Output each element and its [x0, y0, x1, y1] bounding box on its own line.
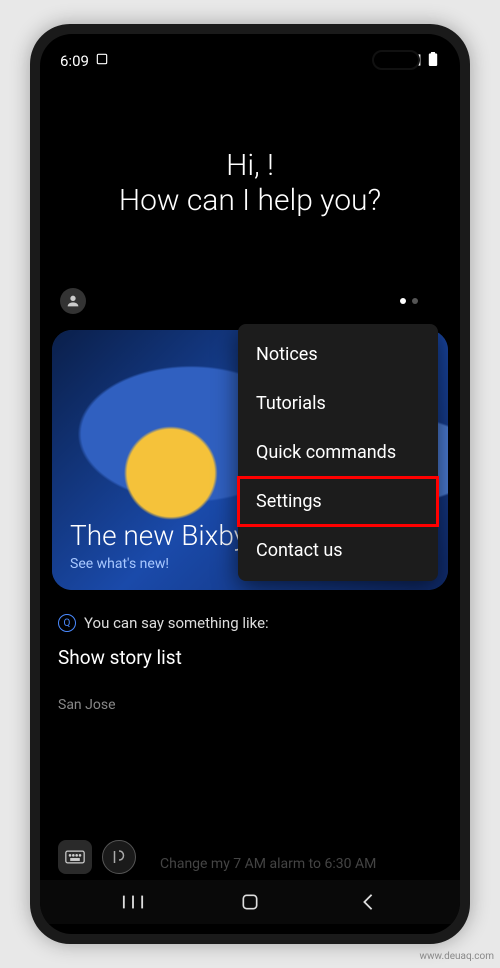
status-time: 6:09: [60, 52, 89, 70]
overflow-menu: Notices Tutorials Quick commands Setting…: [238, 324, 438, 581]
card-subtitle: See what's new!: [70, 556, 247, 572]
greeting-hi: Hi, !: [40, 148, 460, 183]
nav-bar: [40, 880, 460, 924]
watermark: www.deuaq.com: [420, 951, 495, 962]
phone-frame: 6:09 Hi, ! How can I help you?: [30, 24, 470, 944]
suggestion-row: Q You can say something like:: [58, 614, 442, 632]
location-text: San Jose: [58, 697, 116, 713]
suggestion-text: You can say something like:: [84, 614, 269, 632]
menu-settings[interactable]: Settings: [238, 477, 438, 526]
page-dots: [400, 298, 418, 304]
menu-tutorials[interactable]: Tutorials: [238, 379, 438, 428]
greeting-help: How can I help you?: [40, 183, 460, 218]
nav-recents[interactable]: [108, 893, 158, 911]
battery-icon: [426, 52, 440, 70]
camera-cutout: [372, 50, 420, 70]
status-app-icon: [95, 52, 109, 70]
screen: 6:09 Hi, ! How can I help you?: [40, 34, 460, 934]
menu-contact-us[interactable]: Contact us: [238, 526, 438, 575]
bottom-icons: [58, 840, 136, 874]
top-row: [40, 288, 460, 314]
menu-quick-commands[interactable]: Quick commands: [238, 428, 438, 477]
menu-notices[interactable]: Notices: [238, 330, 438, 379]
dot-active: [400, 298, 406, 304]
faint-suggestion: Change my 7 AM alarm to 6:30 AM: [160, 856, 376, 872]
greeting: Hi, ! How can I help you?: [40, 148, 460, 218]
card-text: The new Bixby See what's new!: [70, 519, 247, 572]
suggestion-chip[interactable]: Show story list: [58, 646, 442, 669]
avatar-icon[interactable]: [60, 288, 86, 314]
bixby-icon[interactable]: [102, 840, 136, 874]
location-row: San Jose: [58, 697, 442, 713]
nav-back[interactable]: [343, 893, 393, 911]
keyboard-icon[interactable]: [58, 840, 92, 874]
card-title: The new Bixby: [70, 519, 247, 552]
dot-inactive: [412, 298, 418, 304]
suggestion-icon: Q: [58, 614, 76, 632]
nav-home[interactable]: [225, 892, 275, 912]
